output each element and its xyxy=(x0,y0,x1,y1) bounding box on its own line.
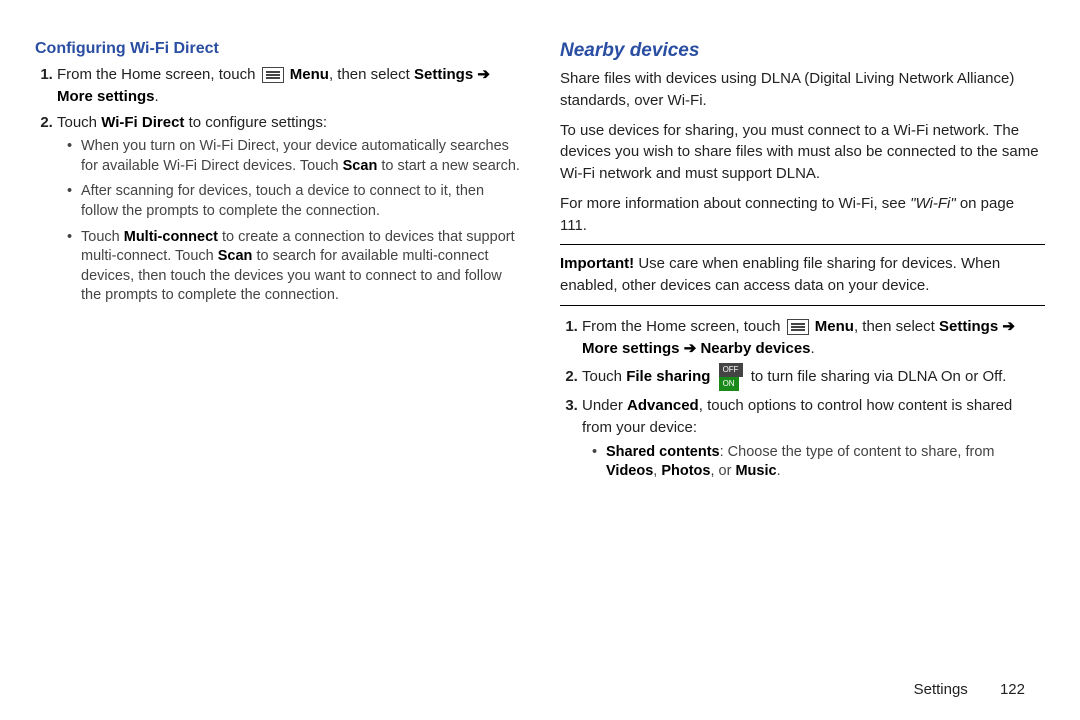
wifi-link: "Wi-Fi" xyxy=(910,195,956,212)
text: Under xyxy=(582,397,627,414)
bullet-connect: After scanning for devices, touch a devi… xyxy=(67,182,520,221)
toggle-off-on-icon: OFF ON xyxy=(719,363,743,391)
heading-configuring-wifi-direct: Configuring Wi-Fi Direct xyxy=(35,40,520,58)
page-footer: Settings 122 xyxy=(914,681,1025,698)
important-label: Important! xyxy=(560,255,638,272)
photos-label: Photos xyxy=(661,463,710,479)
text: . xyxy=(811,340,815,357)
text: , or xyxy=(710,463,735,479)
text: For more information about connecting to… xyxy=(560,195,910,212)
path-more-settings: More settings xyxy=(57,88,155,105)
left-column: Configuring Wi-Fi Direct From the Home s… xyxy=(35,40,540,695)
scan-label: Scan xyxy=(218,248,253,264)
text: , then select xyxy=(854,318,939,335)
text: Touch xyxy=(81,229,124,245)
advanced-bullets: Shared contents: Choose the type of cont… xyxy=(592,443,1045,482)
toggle-off: OFF xyxy=(719,363,743,377)
step-1: From the Home screen, touch Menu, then s… xyxy=(57,64,520,108)
text: . xyxy=(777,463,781,479)
text: Touch xyxy=(57,114,101,131)
arrow-icon: ➔ xyxy=(1002,318,1015,335)
shared-contents-label: Shared contents xyxy=(606,444,720,460)
divider-bottom xyxy=(560,305,1045,306)
bullet-scan: When you turn on Wi-Fi Direct, your devi… xyxy=(67,137,520,176)
path-settings: Settings xyxy=(414,66,473,83)
multi-connect-label: Multi-connect xyxy=(124,229,218,245)
text: From the Home screen, touch xyxy=(57,66,260,83)
footer-section: Settings xyxy=(914,681,968,698)
file-sharing-label: File sharing xyxy=(626,368,710,385)
wifi-reference: For more information about connecting to… xyxy=(560,193,1045,237)
bullet-multi-connect: Touch Multi-connect to create a connecti… xyxy=(67,228,520,306)
wifi-direct-label: Wi-Fi Direct xyxy=(101,114,184,131)
path-nearby-devices: Nearby devices xyxy=(700,340,810,357)
intro-dlna: Share files with devices using DLNA (Dig… xyxy=(560,68,1045,112)
text: . xyxy=(155,88,159,105)
text: Touch xyxy=(582,368,626,385)
text: to start a new search. xyxy=(377,158,520,174)
arrow-icon: ➔ xyxy=(477,66,490,83)
menu-label: Menu xyxy=(290,66,329,83)
text: : Choose the type of content to share, f… xyxy=(720,444,995,460)
requirement-note: To use devices for sharing, you must con… xyxy=(560,120,1045,185)
nearby-devices-steps: From the Home screen, touch Menu, then s… xyxy=(582,316,1045,482)
music-label: Music xyxy=(735,463,776,479)
path-more-settings: More settings xyxy=(582,340,680,357)
heading-nearby-devices: Nearby devices xyxy=(560,40,1045,62)
wifi-direct-bullets: When you turn on Wi-Fi Direct, your devi… xyxy=(67,137,520,306)
divider-top xyxy=(560,244,1045,245)
path-settings: Settings xyxy=(939,318,998,335)
menu-label: Menu xyxy=(815,318,854,335)
menu-icon xyxy=(787,319,809,335)
text: From the Home screen, touch xyxy=(582,318,785,335)
advanced-label: Advanced xyxy=(627,397,699,414)
videos-label: Videos xyxy=(606,463,653,479)
footer-page-number: 122 xyxy=(1000,681,1025,698)
bullet-shared-contents: Shared contents: Choose the type of cont… xyxy=(592,443,1045,482)
nd-step-1: From the Home screen, touch Menu, then s… xyxy=(582,316,1045,360)
wifi-direct-steps: From the Home screen, touch Menu, then s… xyxy=(57,64,520,306)
text: to turn file sharing via DLNA On or Off. xyxy=(751,368,1007,385)
important-note: Important! Use care when enabling file s… xyxy=(560,253,1045,297)
text: , then select xyxy=(329,66,414,83)
scan-label: Scan xyxy=(343,158,378,174)
nd-step-2: Touch File sharing OFF ON to turn file s… xyxy=(582,363,1045,391)
menu-icon xyxy=(262,67,284,83)
manual-page: Configuring Wi-Fi Direct From the Home s… xyxy=(0,0,1080,720)
step-2: Touch Wi-Fi Direct to configure settings… xyxy=(57,112,520,306)
toggle-on: ON xyxy=(719,377,739,391)
text: to configure settings: xyxy=(184,114,327,131)
right-column: Nearby devices Share files with devices … xyxy=(540,40,1045,695)
nd-step-3: Under Advanced, touch options to control… xyxy=(582,395,1045,482)
arrow-icon: ➔ xyxy=(684,340,697,357)
